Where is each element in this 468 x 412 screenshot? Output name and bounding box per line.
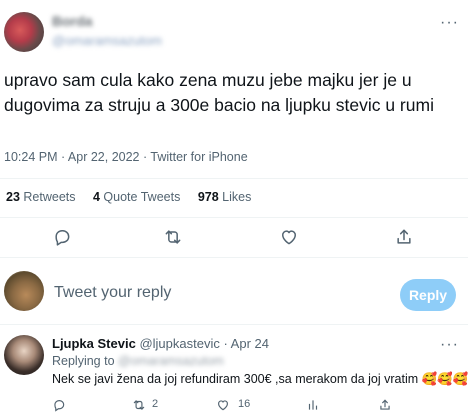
- reply-retweet-icon[interactable]: [132, 398, 146, 412]
- reply-button[interactable]: Reply: [400, 279, 456, 311]
- retweets-stat[interactable]: 23 Retweets: [6, 190, 76, 204]
- retweet-icon[interactable]: [163, 227, 183, 247]
- share-icon[interactable]: [394, 227, 414, 247]
- emoji-hearts: 🥰🥰🥰: [421, 372, 468, 386]
- likes-stat[interactable]: 978 Likes: [198, 190, 252, 204]
- author-name[interactable]: Borda: [52, 13, 92, 29]
- divider: [0, 324, 468, 325]
- reply-more-options-icon[interactable]: ···: [440, 336, 459, 354]
- reply-icon[interactable]: [52, 227, 72, 247]
- quote-tweets-stat[interactable]: 4 Quote Tweets: [93, 190, 180, 204]
- reply-analytics-icon[interactable]: [306, 398, 320, 412]
- author-avatar[interactable]: [4, 12, 44, 52]
- reply-author-avatar[interactable]: [4, 335, 44, 375]
- author-handle[interactable]: @omaramsazutom: [52, 33, 162, 48]
- reply-author-handle-time[interactable]: @ljupkastevic · Apr 24: [139, 336, 269, 351]
- like-icon[interactable]: [279, 227, 299, 247]
- current-user-avatar[interactable]: [4, 271, 44, 311]
- divider: [0, 178, 468, 179]
- reply-like-icon[interactable]: [216, 398, 230, 412]
- reply-author-name[interactable]: Ljupka Stevic: [52, 336, 136, 351]
- reply-header: Ljupka Stevic @ljupkastevic · Apr 24: [52, 336, 269, 351]
- reply-text: Nek se javi žena da joj refundiram 300€ …: [52, 372, 468, 386]
- reply-input[interactable]: Tweet your reply: [54, 284, 171, 302]
- divider: [0, 217, 468, 218]
- reply-reply-icon[interactable]: [52, 398, 66, 412]
- reply-like-count: 16: [238, 398, 251, 410]
- reply-share-icon[interactable]: [378, 398, 392, 412]
- reply-retweet-count: 2: [152, 398, 159, 410]
- divider: [0, 257, 468, 258]
- tweet-stats: 23 Retweets 4 Quote Tweets 978 Likes: [6, 190, 265, 204]
- more-options-icon[interactable]: ···: [440, 14, 459, 32]
- replying-to: Replying to @omaramsazutom: [52, 354, 224, 368]
- tweet-meta: 10:24 PM · Apr 22, 2022 · Twitter for iP…: [4, 150, 248, 164]
- replying-to-handle[interactable]: @omaramsazutom: [118, 354, 224, 368]
- tweet-text: upravo sam cula kako zena muzu jebe majk…: [4, 70, 434, 115]
